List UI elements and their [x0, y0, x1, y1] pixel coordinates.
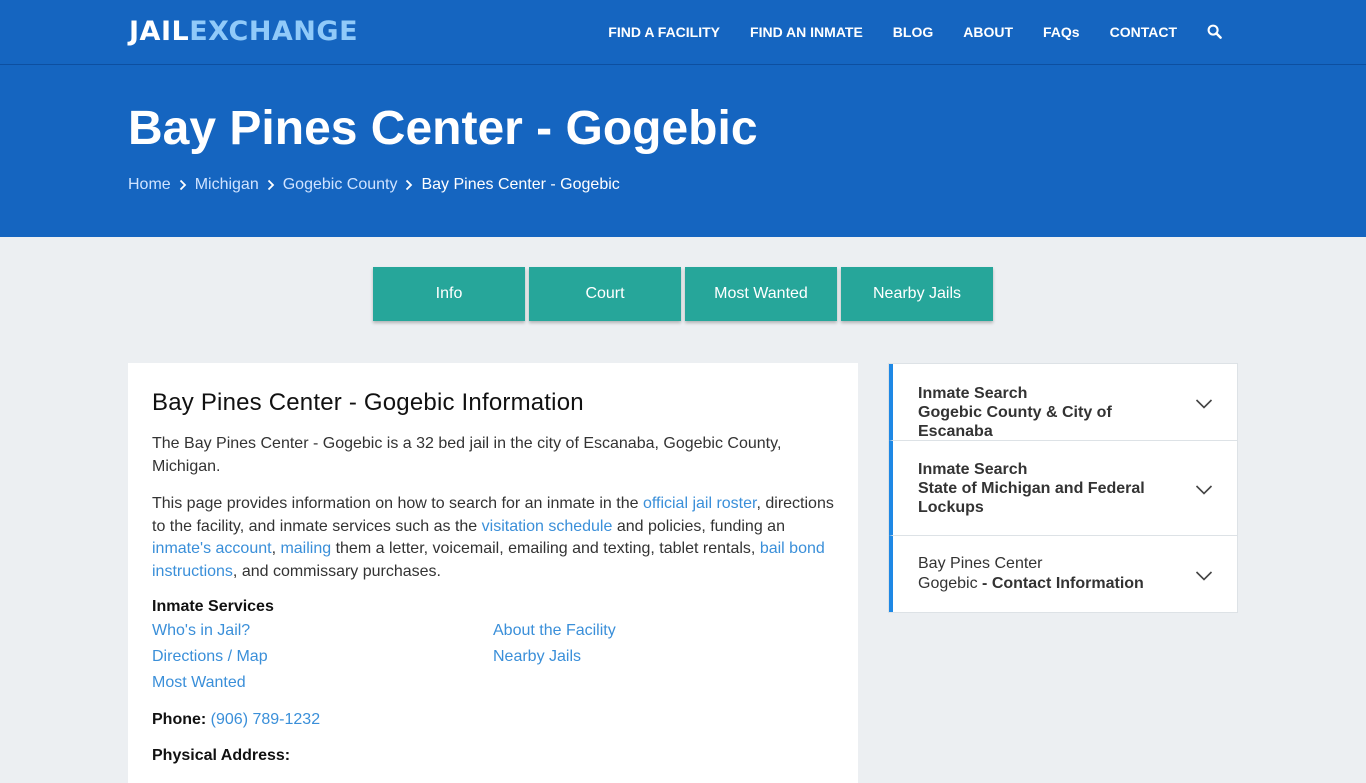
- about-facility-link[interactable]: About the Facility: [493, 620, 793, 642]
- section-tabs: Info Court Most Wanted Nearby Jails: [373, 267, 997, 321]
- nav-about[interactable]: ABOUT: [963, 24, 1013, 40]
- phone-label: Phone:: [152, 711, 207, 728]
- accordion-subtitle: State of Michigan and Federal Lockups: [918, 480, 1145, 516]
- accordion-subtitle: Gogebic - Contact Information: [918, 574, 1167, 594]
- page-title: Bay Pines Center - Gogebic: [128, 102, 758, 155]
- page-hero: Bay Pines Center - Gogebic Home Michigan…: [0, 64, 1366, 237]
- breadcrumb: Home Michigan Gogebic County Bay Pines C…: [128, 176, 620, 194]
- accordion-inmate-search-state[interactable]: Inmate Search State of Michigan and Fede…: [889, 441, 1237, 536]
- directions-map-link[interactable]: Directions / Map: [152, 646, 493, 668]
- logo-part-jail: JAIL: [129, 16, 190, 47]
- nav-find-an-inmate[interactable]: FIND AN INMATE: [750, 24, 863, 40]
- accordion-title: Inmate Search: [918, 385, 1028, 402]
- chevron-right-icon: [397, 177, 421, 193]
- breadcrumb-home[interactable]: Home: [128, 176, 171, 194]
- accordion-title: Inmate Search: [918, 461, 1028, 478]
- most-wanted-link[interactable]: Most Wanted: [152, 672, 493, 694]
- facility-info-card: Bay Pines Center - Gogebic Information T…: [128, 363, 858, 783]
- chevron-right-icon: [171, 177, 195, 193]
- phone-row: Phone: (906) 789-1232: [152, 711, 834, 729]
- nav-blog[interactable]: BLOG: [893, 24, 933, 40]
- overview-text: , and commissary purchases.: [232, 562, 441, 580]
- info-heading: Bay Pines Center - Gogebic Information: [152, 389, 584, 416]
- accordion-subtitle: Gogebic County & City of Escanaba: [918, 404, 1112, 440]
- jailexchange-logo[interactable]: JAILEXCHANGE: [129, 16, 358, 48]
- overview-text: This page provides information on how to…: [152, 495, 643, 512]
- tab-most-wanted[interactable]: Most Wanted: [685, 267, 837, 321]
- top-navbar: JAILEXCHANGE FIND A FACILITY FIND AN INM…: [0, 0, 1366, 64]
- main-nav: FIND A FACILITY FIND AN INMATE BLOG ABOU…: [578, 0, 1223, 64]
- sidebar-accordion: Inmate Search Gogebic County & City of E…: [888, 363, 1238, 613]
- physical-address-label: Physical Address:: [152, 747, 291, 764]
- breadcrumb-gogebic-county[interactable]: Gogebic County: [283, 176, 398, 194]
- logo-part-exchange: EXCHANGE: [189, 16, 359, 47]
- chevron-right-icon: [259, 177, 283, 193]
- overview-text: and policies, funding an: [612, 517, 785, 535]
- accordion-inmate-search-county[interactable]: Inmate Search Gogebic County & City of E…: [889, 364, 1237, 441]
- nav-faqs[interactable]: FAQs: [1043, 24, 1080, 40]
- accordion-subtitle-bold: - Contact Information: [977, 575, 1144, 592]
- accordion-contact-information[interactable]: Bay Pines Center Gogebic - Contact Infor…: [889, 536, 1237, 612]
- chevron-down-icon: [1195, 568, 1213, 581]
- search-icon[interactable]: [1207, 24, 1223, 40]
- official-jail-roster-link[interactable]: official jail roster: [643, 495, 757, 512]
- chevron-down-icon: [1195, 396, 1213, 409]
- tab-info[interactable]: Info: [373, 267, 525, 321]
- tab-nearby-jails[interactable]: Nearby Jails: [841, 267, 993, 321]
- visitation-schedule-link[interactable]: visitation schedule: [482, 518, 613, 535]
- nav-contact[interactable]: CONTACT: [1110, 24, 1177, 40]
- inmate-services-list: Who's in Jail? About the Facility Direct…: [152, 620, 834, 694]
- intro-paragraph: The Bay Pines Center - Gogebic is a 32 b…: [152, 435, 782, 475]
- whos-in-jail-link[interactable]: Who's in Jail?: [152, 620, 493, 642]
- accordion-title: Bay Pines Center: [918, 555, 1043, 572]
- mailing-link[interactable]: mailing: [280, 540, 331, 557]
- inmate-services-heading: Inmate Services: [152, 598, 274, 615]
- nav-find-a-facility[interactable]: FIND A FACILITY: [608, 24, 720, 40]
- breadcrumb-michigan[interactable]: Michigan: [195, 176, 259, 194]
- overview-text: them a letter, voicemail, emailing and t…: [331, 540, 760, 557]
- inmate-account-link[interactable]: inmate's account: [152, 540, 272, 557]
- breadcrumb-current: Bay Pines Center - Gogebic: [421, 176, 620, 193]
- chevron-down-icon: [1195, 482, 1213, 495]
- accordion-subtitle-name: Gogebic: [918, 575, 978, 592]
- tab-court[interactable]: Court: [529, 267, 681, 321]
- phone-link[interactable]: (906) 789-1232: [211, 711, 320, 728]
- overview-paragraph: This page provides information on how to…: [152, 493, 834, 583]
- nearby-jails-link[interactable]: Nearby Jails: [493, 646, 793, 668]
